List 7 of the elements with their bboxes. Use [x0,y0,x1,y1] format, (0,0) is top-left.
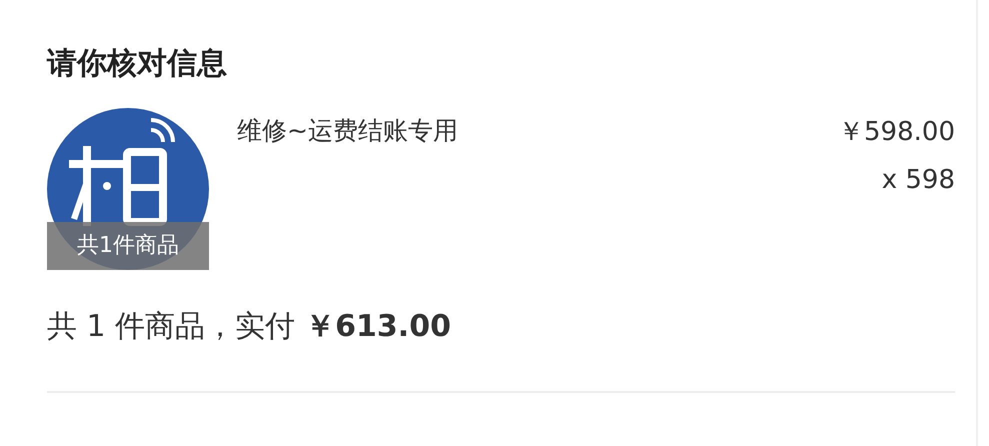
total-amount: ￥613.00 [305,308,451,346]
section-title: 请你核对信息 [47,45,228,83]
product-name: 维修~运费结账专用 [237,115,459,147]
thumbnail-caption: 共1件商品 [47,222,209,270]
summary-text: 共 1 件商品，实付 [47,308,296,346]
product-price: ￥598.00 [838,116,955,149]
product-quantity: x 598 [882,164,955,197]
